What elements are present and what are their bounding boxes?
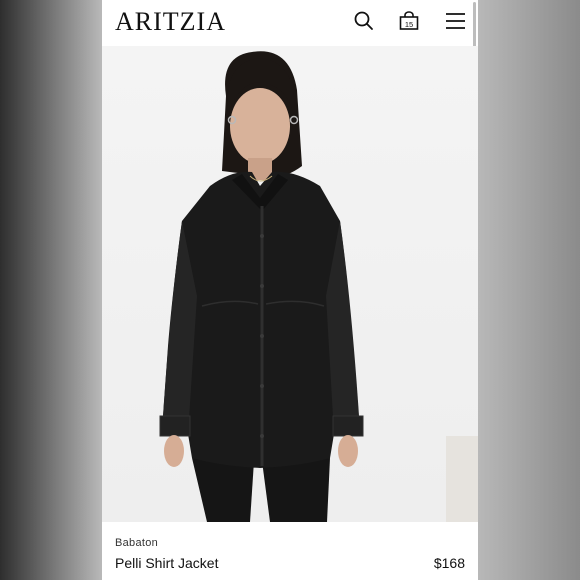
brand-logo[interactable]: ARITZIA bbox=[115, 7, 226, 37]
search-icon[interactable] bbox=[352, 9, 376, 33]
bag-count: 15 bbox=[405, 20, 413, 29]
product-price: $168 bbox=[433, 555, 465, 571]
product-brand[interactable]: Babaton bbox=[115, 537, 158, 549]
blurred-background-right bbox=[478, 0, 580, 580]
top-nav-bar: ARITZIA 15 bbox=[102, 0, 478, 46]
blurred-background-left bbox=[0, 0, 102, 580]
product-image[interactable] bbox=[102, 46, 478, 522]
product-photo-illustration bbox=[159, 51, 478, 522]
screenshot-frame: ARITZIA 15 Babaton Pelli Shirt Jacket $1… bbox=[0, 0, 580, 580]
product-name[interactable]: Pelli Shirt Jacket bbox=[115, 555, 218, 571]
hamburger-menu-icon[interactable] bbox=[444, 9, 468, 33]
product-page: ARITZIA 15 Babaton Pelli Shirt Jacket $1… bbox=[102, 0, 478, 580]
shopping-bag-icon[interactable]: 15 bbox=[397, 9, 421, 33]
